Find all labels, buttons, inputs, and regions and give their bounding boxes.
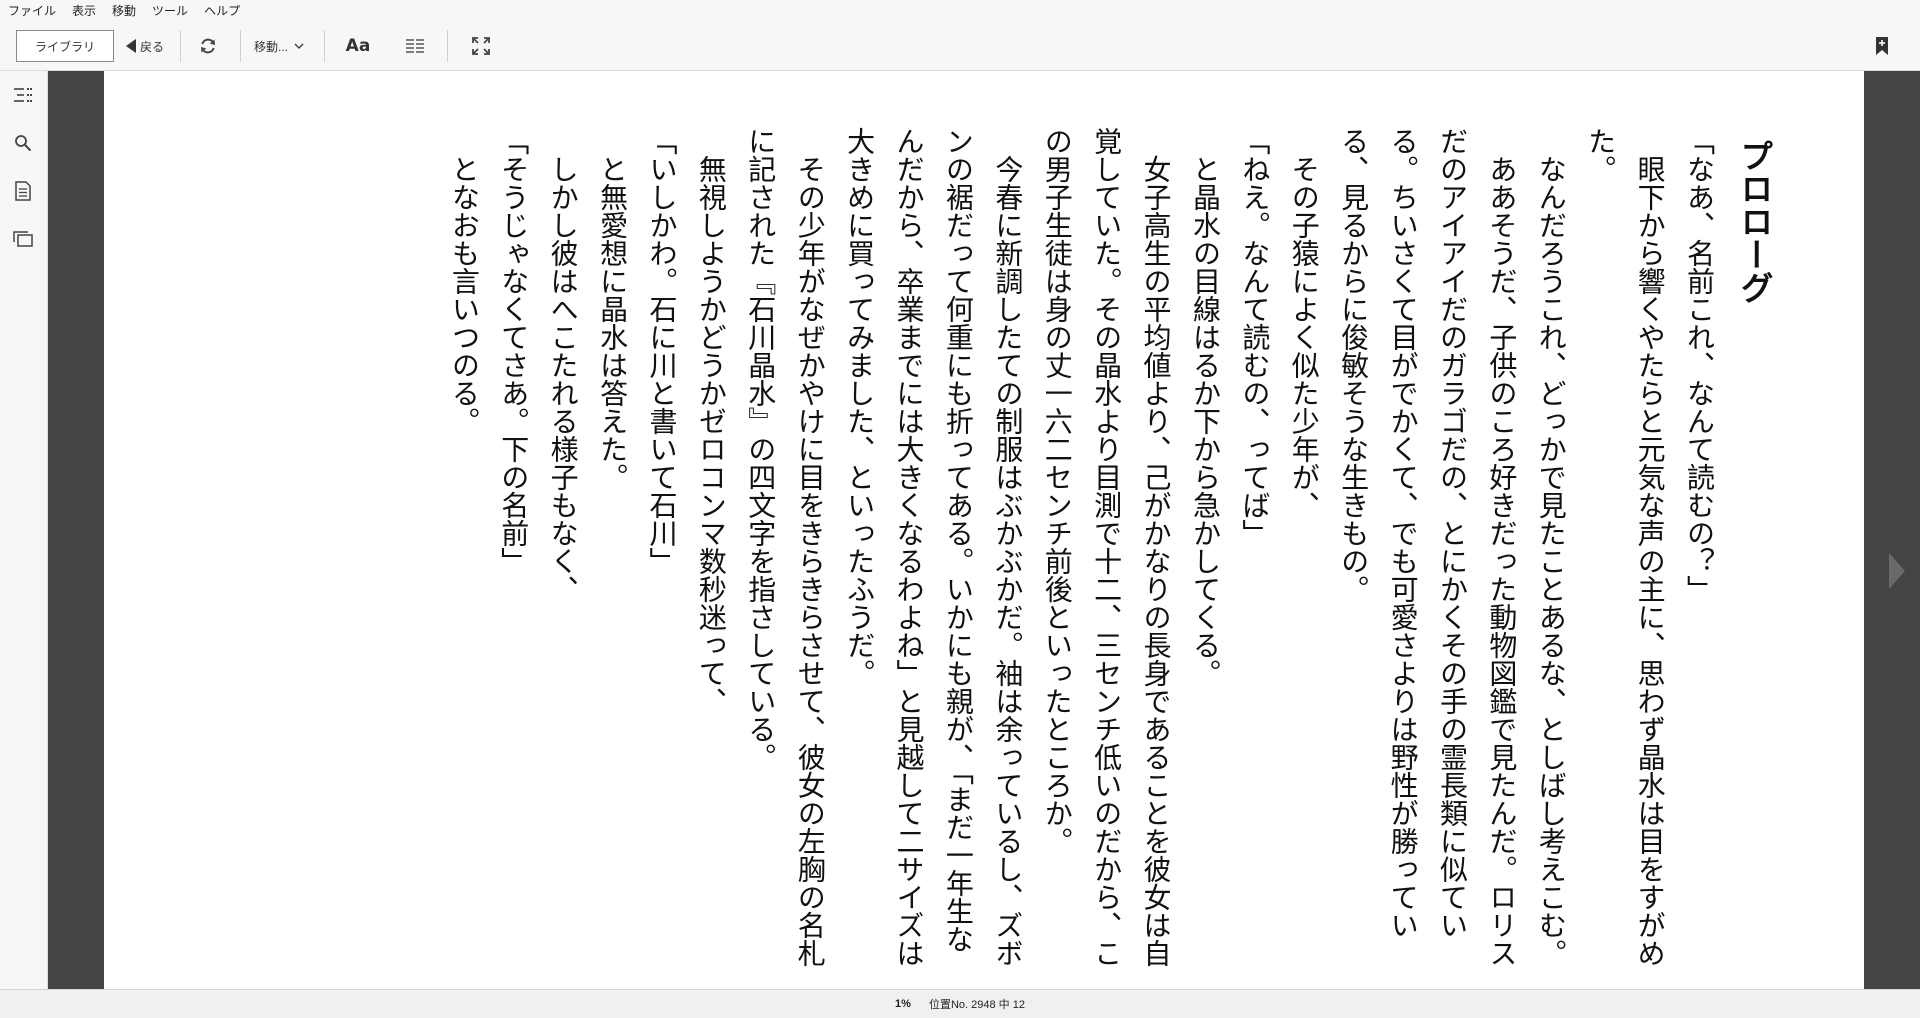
- search-button[interactable]: [11, 131, 35, 155]
- sync-icon: [201, 38, 215, 54]
- menu-go[interactable]: 移動: [104, 0, 144, 22]
- book-paragraph: となおも言いつのる。: [447, 127, 481, 435]
- book-paragraph: その少年がなぜかやけに目をきらきらさせて、彼女の左胸の名札に記された『石川晶水』…: [744, 127, 827, 967]
- library-button[interactable]: ライブラリ: [16, 30, 114, 62]
- menu-help[interactable]: ヘルプ: [196, 0, 248, 22]
- font-settings-button[interactable]: Aa: [344, 30, 372, 62]
- fullscreen-button[interactable]: [467, 30, 495, 62]
- menu-tools[interactable]: ツール: [144, 0, 196, 22]
- vertical-columns-icon: [406, 39, 424, 53]
- book-paragraph: 「そうじゃなくてさあ。下の名前」: [497, 127, 531, 575]
- book-paragraph: と無愛想に晶水は答えた。: [596, 127, 630, 491]
- book-paragraph: なんだろうこれ、どっかで見たことあるな、としばし考えこむ。: [1534, 127, 1568, 967]
- back-arrow-icon: [126, 39, 136, 53]
- paragraph-list: 「なあ、名前これ、なんて読むの？」 眼下から響くやたらと元気な声の主に、思わず晶…: [439, 127, 1724, 977]
- toolbar-divider: [240, 30, 241, 62]
- goto-dropdown-label: 移動...: [254, 39, 289, 54]
- goto-dropdown[interactable]: 移動...: [254, 30, 304, 62]
- table-of-contents-icon: [14, 88, 32, 102]
- left-sidebar: [0, 71, 48, 989]
- library-button-label: ライブラリ: [34, 39, 95, 54]
- book-paragraph: その子猿によく似た少年が、: [1287, 127, 1321, 519]
- next-page-arrow-icon[interactable]: [1889, 553, 1905, 589]
- flashcards-icon: [13, 231, 33, 247]
- notes-icon: [15, 181, 31, 201]
- book-paragraph: 女子高生の平均値より、己がかなりの長身であることを彼女は自覚していた。その晶水よ…: [1040, 127, 1173, 967]
- menu-view[interactable]: 表示: [64, 0, 104, 22]
- book-paragraph: 「なあ、名前これ、なんて読むの？」: [1683, 127, 1716, 603]
- search-icon: [15, 135, 32, 152]
- toolbar-divider: [324, 30, 325, 62]
- location-indicator: 位置No. 2948 中 12: [928, 999, 1025, 1011]
- book-paragraph: 「ねえ。なんて読むの、ってば」: [1238, 127, 1272, 547]
- chevron-down-icon: [294, 43, 304, 50]
- back-button-label: 戻る: [140, 39, 165, 54]
- back-button[interactable]: 戻る: [126, 30, 164, 62]
- toolbar-divider: [180, 30, 181, 62]
- book-paragraph: 今春に新調したての制服はぶかぶかだ。袖は余っているし、ズボンの裾だって何重にも折…: [843, 127, 1025, 967]
- fullscreen-icon: [472, 37, 490, 55]
- book-text: プロローグ 「なあ、名前これ、なんて読むの？」 眼下から響くやたらと元気な声の主…: [184, 127, 1784, 977]
- book-paragraph: ああそうだ、子供のころ好きだった動物図鑑で見たんだ。ロリスだのアイアイだのガラゴ…: [1337, 127, 1519, 967]
- toolbar: ライブラリ 戻る 移動... Aa: [0, 22, 1920, 71]
- bookmark-add-icon: [1876, 37, 1888, 55]
- reading-area: プロローグ 「なあ、名前これ、なんて読むの？」 眼下から響くやたらと元気な声の主…: [48, 71, 1920, 989]
- layout-button[interactable]: [400, 30, 430, 62]
- reading-progress-percent: 1%: [895, 998, 911, 1010]
- status-bar: 1% 位置No. 2948 中 12: [0, 989, 1920, 1018]
- bookmark-button[interactable]: [1868, 30, 1896, 62]
- book-paragraph: しかし彼はへこたれる様子もなく、: [546, 127, 580, 603]
- toolbar-divider: [447, 30, 448, 62]
- menu-file[interactable]: ファイル: [0, 0, 64, 22]
- book-page[interactable]: プロローグ 「なあ、名前これ、なんて読むの？」 眼下から響くやたらと元気な声の主…: [104, 71, 1864, 989]
- book-paragraph: 眼下から響くやたらと元気な声の主に、思わず晶水は目をすがめた。: [1584, 127, 1667, 967]
- notes-button[interactable]: [11, 179, 35, 203]
- book-paragraph: 「いしかわ。石に川と書いて石川」: [645, 127, 679, 575]
- toc-button[interactable]: [11, 83, 35, 107]
- sync-button[interactable]: [194, 30, 222, 62]
- menu-bar: ファイル 表示 移動 ツール ヘルプ: [0, 0, 1920, 22]
- chapter-title: プロローグ: [1735, 139, 1774, 304]
- book-paragraph: 無視しようかどうかゼロコンマ数秒迷って、: [694, 127, 728, 715]
- cards-button[interactable]: [11, 227, 35, 251]
- book-paragraph: と晶水の目線はるか下から急かしてくる。: [1188, 127, 1222, 687]
- font-settings-label: Aa: [345, 36, 371, 56]
